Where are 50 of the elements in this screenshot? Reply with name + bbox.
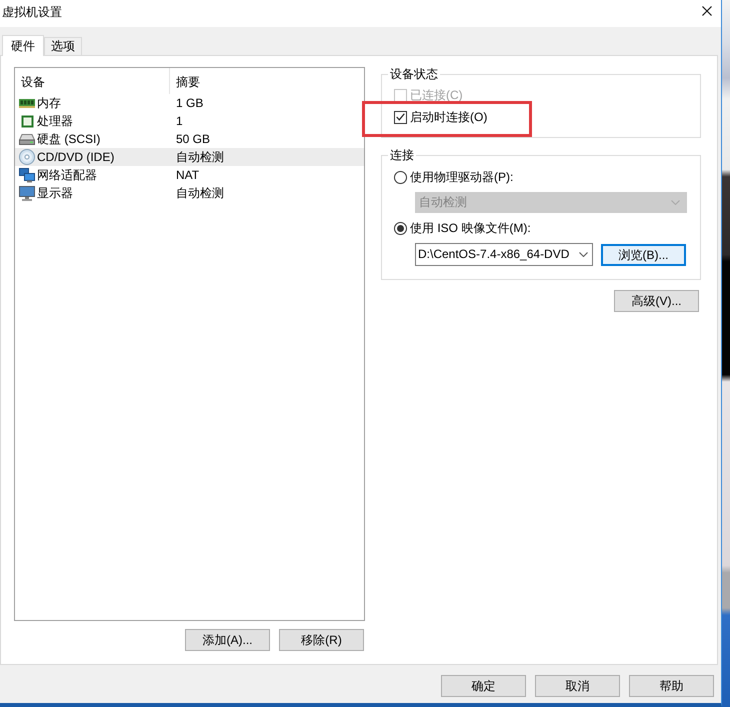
remove-button[interactable]: 移除(R) — [279, 629, 364, 651]
device-summary: NAT — [175, 168, 200, 182]
device-summary: 1 — [175, 114, 183, 128]
add-button[interactable]: 添加(A)... — [185, 629, 270, 651]
disc-icon — [19, 149, 35, 165]
device-name: 网络适配器 — [37, 168, 97, 182]
group-title: 连接 — [389, 148, 415, 163]
help-button[interactable]: 帮助 — [629, 675, 714, 697]
cpu-icon — [20, 114, 34, 128]
device-row[interactable]: 显示器 自动检测 — [15, 184, 364, 202]
radio-button[interactable] — [394, 170, 407, 184]
checkbox-label: 启动时连接(O) — [410, 110, 488, 124]
monitor-icon — [19, 186, 35, 200]
device-row[interactable]: 网络适配器 NAT — [15, 166, 364, 184]
cancel-button[interactable]: 取消 — [535, 675, 620, 697]
device-summary: 1 GB — [175, 96, 204, 110]
radio-label: 使用 ISO 映像文件(M): — [410, 220, 531, 236]
column-header[interactable]: 摘要 — [170, 68, 200, 94]
iso-path-combobox[interactable]: D:\CentOS-7.4-x86_64-DVD — [415, 243, 593, 266]
hard-drive-icon — [19, 134, 35, 144]
device-name: 硬盘 (SCSI) — [37, 132, 100, 146]
ok-button[interactable]: 确定 — [441, 675, 526, 697]
checkbox-label: 已连接(C) — [410, 88, 463, 102]
device-row[interactable]: CD/DVD (IDE) 自动检测 — [15, 148, 364, 166]
tab[interactable]: 硬件 — [2, 35, 44, 56]
device-summary: 自动检测 — [175, 150, 224, 164]
device-name: CD/DVD (IDE) — [37, 150, 114, 164]
radio-button[interactable] — [394, 222, 407, 234]
group-title: 设备状态 — [389, 67, 439, 82]
memory-module-icon — [19, 98, 35, 108]
advanced-button[interactable]: 高级(V)... — [614, 290, 699, 312]
device-name: 内存 — [37, 96, 61, 110]
window-title: 虚拟机设置 — [2, 5, 62, 20]
checkmark-icon — [396, 113, 405, 121]
device-name: 处理器 — [37, 114, 73, 128]
tab[interactable]: 选项 — [44, 37, 82, 55]
device-name: 显示器 — [37, 186, 73, 200]
device-row[interactable]: 处理器 1 — [15, 112, 364, 130]
column-header[interactable]: 设备 — [15, 68, 170, 94]
checkbox[interactable] — [394, 110, 407, 124]
device-summary: 50 GB — [175, 132, 210, 146]
chevron-down-icon — [671, 200, 680, 205]
device-summary: 自动检测 — [175, 186, 224, 200]
close-icon — [702, 6, 712, 16]
device-row[interactable]: 内存 1 GB — [15, 94, 364, 112]
browse-button[interactable]: 浏览(B)... — [601, 244, 686, 266]
network-icon — [19, 168, 35, 182]
radio-label: 使用物理驱动器(P): — [410, 170, 514, 184]
chevron-down-icon — [579, 252, 588, 257]
device-row[interactable]: 硬盘 (SCSI) 50 GB — [15, 130, 364, 148]
